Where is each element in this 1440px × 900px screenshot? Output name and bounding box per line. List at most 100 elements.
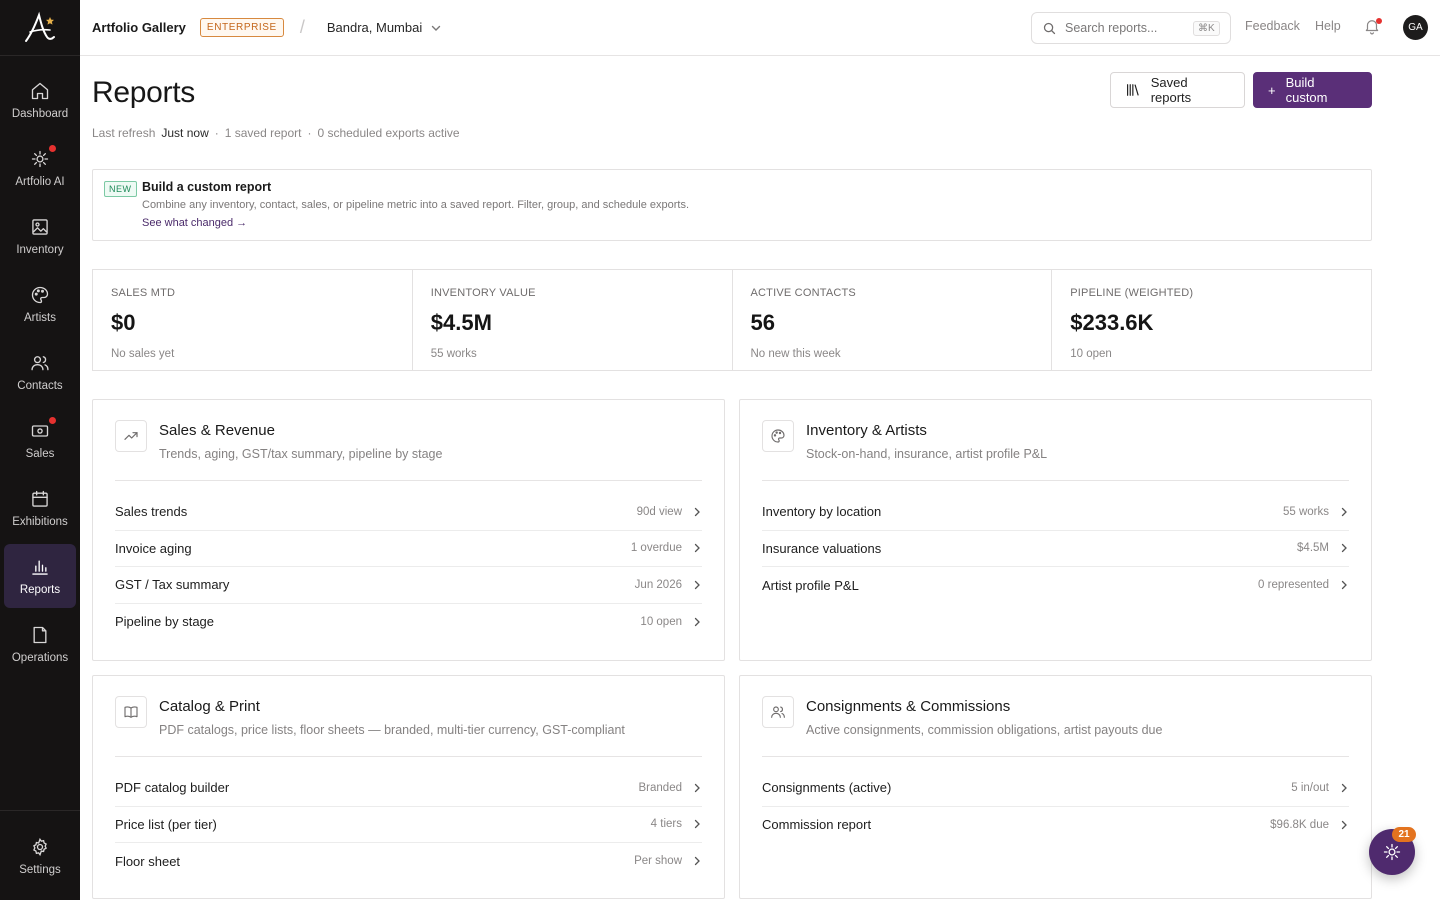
meta-separator: · <box>307 126 312 140</box>
report-label: Invoice aging <box>115 540 192 556</box>
kpi-value: $233.6K <box>1070 310 1154 335</box>
report-card-sales-revenue: Sales & Revenue Trends, aging, GST/tax s… <box>92 399 725 661</box>
sidebar-item-sales[interactable]: Sales <box>4 408 76 472</box>
report-row-inventory-by-location[interactable]: Inventory by location 55 works <box>762 494 1349 531</box>
org-name[interactable]: Artfolio Gallery <box>92 20 186 35</box>
report-meta: $96.8K due <box>1270 818 1329 831</box>
build-custom-button[interactable]: + Build custom <box>1253 72 1372 108</box>
feedback-link[interactable]: Feedback <box>1245 19 1300 33</box>
search-box[interactable]: ⌘K <box>1031 12 1231 44</box>
card-description: Active consignments, commission obligati… <box>806 723 1163 737</box>
kpi-pipeline-weighted: PIPELINE (WEIGHTED) $233.6K 10 open <box>1052 270 1371 370</box>
sidebar-item-label: Contacts <box>17 380 63 392</box>
gear-icon <box>29 836 51 858</box>
search-input[interactable] <box>1065 21 1185 35</box>
users-icon <box>762 696 794 728</box>
report-row-invoice-aging[interactable]: Invoice aging 1 overdue <box>115 531 702 567</box>
sidebar-item-label: Reports <box>19 584 61 596</box>
report-meta: Branded <box>638 781 682 794</box>
report-meta: Per show <box>634 855 682 868</box>
sidebar-item-inventory[interactable]: Inventory <box>4 204 76 268</box>
kpi-label: PIPELINE (WEIGHTED) <box>1070 287 1194 299</box>
sidebar-item-contacts[interactable]: Contacts <box>4 340 76 404</box>
page-meta: Last refresh Just now · 1 saved report ·… <box>92 126 460 140</box>
report-row-artist-profile-pl[interactable]: Artist profile P&L 0 represented <box>762 567 1349 604</box>
report-row-insurance-valuations[interactable]: Insurance valuations $4.5M <box>762 531 1349 567</box>
kpi-value: $0 <box>111 310 136 335</box>
card-title: Inventory & Artists <box>806 422 927 439</box>
image-icon <box>29 216 51 238</box>
report-row-sales-trends[interactable]: Sales trends 90d view <box>115 494 702 531</box>
kpi-subtext: 55 works <box>430 348 477 360</box>
report-row-pipeline-by-stage[interactable]: Pipeline by stage 10 open <box>115 604 702 641</box>
chevron-right-icon <box>694 820 700 829</box>
saved-count: 1 saved report <box>224 126 302 140</box>
tier-badge: ENTERPRISE <box>199 18 284 37</box>
cash-icon <box>29 417 56 442</box>
report-label: GST / Tax summary <box>115 577 230 593</box>
breadcrumb-separator: / <box>299 17 305 37</box>
report-row-gst-tax-summary[interactable]: GST / Tax summary Jun 2026 <box>115 567 702 604</box>
card-divider <box>115 756 702 757</box>
see-what-changed-link[interactable]: See what changed → <box>142 217 247 229</box>
sidebar-item-dashboard[interactable]: Dashboard <box>4 68 76 132</box>
location-switcher[interactable]: Bandra, Mumbai <box>327 20 442 35</box>
kpi-label: SALES MTD <box>111 287 176 299</box>
report-row-commission-report[interactable]: Commission report $96.8K due <box>762 807 1349 844</box>
kpi-label: ACTIVE CONTACTS <box>750 287 856 299</box>
sidebar-item-operations[interactable]: Operations <box>4 612 76 676</box>
ai-notification-count: 21 <box>1392 827 1416 842</box>
page-title: Reports <box>92 76 195 109</box>
sidebar-item-settings[interactable]: Settings <box>4 824 76 888</box>
kpi-subtext: No new this week <box>750 348 841 360</box>
sidebar-item-label: Artfolio AI <box>15 176 65 188</box>
file-icon <box>29 624 51 646</box>
banner-title: Build a custom report <box>142 180 272 194</box>
report-meta: 90d view <box>636 505 682 518</box>
sparkle-sun-icon <box>29 145 56 170</box>
report-card-inventory-artists: Inventory & Artists Stock-on-hand, insur… <box>739 399 1372 661</box>
sidebar-item-reports[interactable]: Reports <box>4 544 76 608</box>
report-label: Artist profile P&L <box>762 577 859 593</box>
report-row-price-list[interactable]: Price list (per tier) 4 tiers <box>115 807 702 843</box>
card-title: Sales & Revenue <box>159 422 275 439</box>
chevron-right-icon <box>1341 783 1347 792</box>
kpi-active-contacts: ACTIVE CONTACTS 56 No new this week <box>733 270 1053 370</box>
sidebar-item-artists[interactable]: Artists <box>4 272 76 336</box>
report-row-consignments-active[interactable]: Consignments (active) 5 in/out <box>762 770 1349 807</box>
notification-dot <box>49 145 56 152</box>
card-description: Trends, aging, GST/tax summary, pipeline… <box>159 447 443 461</box>
report-label: Insurance valuations <box>762 540 882 556</box>
kpi-value: $4.5M <box>430 310 492 335</box>
report-label: Consignments (active) <box>762 780 892 796</box>
report-meta: 1 overdue <box>630 542 682 555</box>
sidebar-item-label: Artists <box>24 312 56 324</box>
notification-dot <box>49 417 56 424</box>
banner-description: Combine any inventory, contact, sales, o… <box>142 199 690 211</box>
help-link[interactable]: Help <box>1315 19 1341 33</box>
report-meta: 0 represented <box>1258 579 1329 592</box>
avatar[interactable]: GA <box>1403 15 1428 40</box>
kpi-inventory-value: INVENTORY VALUE $4.5M 55 works <box>413 270 733 370</box>
report-label: Commission report <box>762 817 872 833</box>
report-list: PDF catalog builder Branded Price list (… <box>115 770 702 880</box>
report-row-floor-sheet[interactable]: Floor sheet Per show <box>115 843 702 880</box>
report-list: Inventory by location 55 works Insurance… <box>762 494 1349 604</box>
notifications-button[interactable] <box>1363 17 1383 37</box>
report-row-pdf-catalog-builder[interactable]: PDF catalog builder Branded <box>115 770 702 807</box>
report-meta: 10 open <box>640 615 682 628</box>
sidebar-item-label: Operations <box>11 652 69 664</box>
card-title: Catalog & Print <box>159 698 260 715</box>
sparkle-sun-icon <box>1383 843 1401 861</box>
sidebar-divider <box>0 810 80 811</box>
chevron-right-icon <box>1341 544 1347 553</box>
sidebar-item-artfolio-ai[interactable]: Artfolio AI <box>4 136 76 200</box>
sidebar-item-exhibitions[interactable]: Exhibitions <box>4 476 76 540</box>
artfolio-logo-icon <box>25 11 55 42</box>
users-icon <box>29 352 51 374</box>
saved-reports-button[interactable]: Saved reports <box>1110 72 1245 108</box>
chevron-right-icon <box>694 580 700 589</box>
app-logo[interactable] <box>0 0 80 56</box>
report-meta: 4 tiers <box>650 818 682 831</box>
kpi-value: 56 <box>750 310 775 335</box>
